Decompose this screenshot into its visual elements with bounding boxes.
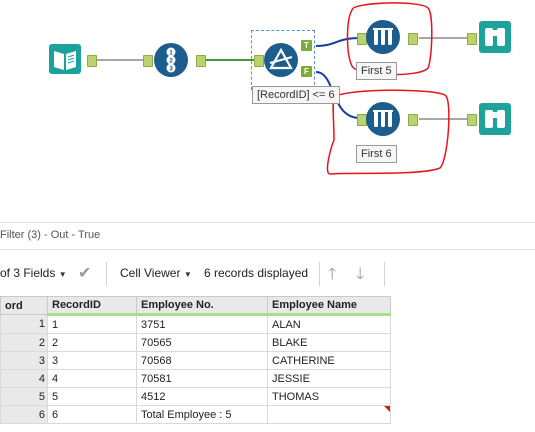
svg-text:1: 1	[169, 50, 173, 57]
filter-expression-label: [RecordID] <= 6	[252, 86, 340, 104]
numbered-list-icon: 1 2 3	[166, 47, 176, 73]
cell-employee-name[interactable]: BLAKE	[267, 333, 391, 352]
sample-icon	[373, 110, 393, 127]
cell-employee-name[interactable]	[267, 405, 391, 424]
toolbar-divider	[106, 262, 107, 286]
toolbar-divider	[319, 262, 320, 286]
sample-tool-top[interactable]	[366, 20, 400, 54]
fields-select[interactable]: of 3 Fields ▼	[0, 266, 67, 280]
results-title: Filter (3) - Out - True	[0, 229, 101, 241]
cell-employee-name[interactable]: JESSIE	[267, 369, 391, 388]
row-number: 2	[0, 333, 48, 352]
binoculars-icon	[479, 103, 511, 135]
results-title-bar: Filter (3) - Out - True	[0, 222, 535, 250]
chevron-down-icon: ▼	[183, 270, 192, 279]
table-row[interactable]: 6 6 Total Employee : 5	[0, 405, 391, 424]
cell-recordid[interactable]: 3	[47, 351, 137, 370]
cell-employee-no[interactable]: Total Employee : 5	[136, 405, 268, 424]
table-row[interactable]: 1 1 3751 ALAN	[0, 314, 391, 334]
cell-employee-name[interactable]: THOMAS	[267, 387, 391, 406]
cell-recordid[interactable]: 5	[47, 387, 137, 406]
table-row[interactable]: 3 3 70568 CATHERINE	[0, 351, 391, 370]
filter-icon	[269, 47, 293, 70]
cell-recordid[interactable]: 1	[47, 314, 137, 334]
cell-employee-name[interactable]: ALAN	[267, 314, 391, 334]
arrow-down-icon[interactable]: 🡓	[356, 263, 364, 290]
column-header-employee-name[interactable]: Employee Name	[267, 296, 391, 316]
browse-tool-top[interactable]	[478, 20, 512, 54]
sample-top-label: First 5	[356, 62, 397, 80]
column-header-recordid[interactable]: RecordID	[47, 296, 137, 316]
cell-recordid[interactable]: 6	[47, 405, 137, 424]
input-data-tool[interactable]	[48, 42, 82, 76]
cell-employee-no[interactable]: 70568	[136, 351, 268, 370]
browse-top-input-anchor[interactable]	[467, 33, 477, 45]
cell-employee-no[interactable]: 3751	[136, 314, 268, 334]
filter-false-anchor[interactable]: F	[301, 66, 312, 77]
results-grid: ord RecordID Employee No. Employee Name …	[0, 296, 391, 424]
cell-employee-no[interactable]: 4512	[136, 387, 268, 406]
table-row[interactable]: 5 5 4512 THOMAS	[0, 387, 391, 406]
chevron-down-icon: ▼	[58, 270, 67, 279]
filter-true-anchor[interactable]: T	[301, 40, 312, 51]
svg-text:2: 2	[169, 58, 173, 65]
column-header-record[interactable]: ord	[0, 296, 48, 315]
cell-employee-name[interactable]: CATHERINE	[267, 351, 391, 370]
sample-icon	[373, 28, 393, 45]
cell-employee-no[interactable]: 70565	[136, 333, 268, 352]
checkmark-icon[interactable]: ✔	[78, 263, 91, 283]
filter-input-anchor[interactable]	[254, 55, 264, 67]
browse-tool-bottom[interactable]	[478, 102, 512, 136]
browse-bottom-input-anchor[interactable]	[467, 114, 477, 126]
record-id-tool[interactable]: 1 2 3	[154, 43, 188, 77]
table-row[interactable]: 4 4 70581 JESSIE	[0, 369, 391, 388]
null-marker-icon	[384, 406, 390, 412]
fields-select-label: of 3 Fields	[0, 266, 56, 280]
row-number: 1	[0, 314, 48, 334]
row-number: 4	[0, 369, 48, 388]
sample-top-output-anchor[interactable]	[408, 33, 418, 45]
workflow-canvas[interactable]: 1 2 3 T F [RecordID] <= 6 First 5 First …	[0, 0, 535, 212]
sample-bottom-label: First 6	[356, 145, 397, 163]
row-number: 5	[0, 387, 48, 406]
cell-employee-no[interactable]: 70581	[136, 369, 268, 388]
sample-bottom-output-anchor[interactable]	[408, 114, 418, 126]
binoculars-icon	[479, 21, 511, 53]
row-number: 6	[0, 405, 48, 424]
cell-viewer-select[interactable]: Cell Viewer ▼	[120, 266, 192, 280]
recordid-output-anchor[interactable]	[196, 55, 206, 67]
table-row[interactable]: 2 2 70565 BLAKE	[0, 333, 391, 352]
cell-recordid[interactable]: 4	[47, 369, 137, 388]
svg-text:3: 3	[169, 66, 173, 73]
connection-true-sample	[315, 37, 361, 47]
cell-viewer-label: Cell Viewer	[120, 266, 181, 280]
arrow-up-icon[interactable]: 🡑	[328, 263, 336, 290]
filter-tool[interactable]	[264, 43, 298, 77]
results-toolbar: of 3 Fields ▼ ✔ Cell Viewer ▼ 6 records …	[0, 256, 535, 290]
column-header-employee-no[interactable]: Employee No.	[136, 296, 268, 316]
toolbar-divider	[384, 262, 385, 286]
row-number: 3	[0, 351, 48, 370]
records-displayed-text: 6 records displayed	[204, 266, 309, 280]
sample-tool-bottom[interactable]	[366, 102, 400, 136]
book-icon	[49, 44, 81, 74]
cell-recordid[interactable]: 2	[47, 333, 137, 352]
recordid-input-anchor[interactable]	[143, 55, 153, 67]
input-output-anchor[interactable]	[87, 55, 97, 67]
